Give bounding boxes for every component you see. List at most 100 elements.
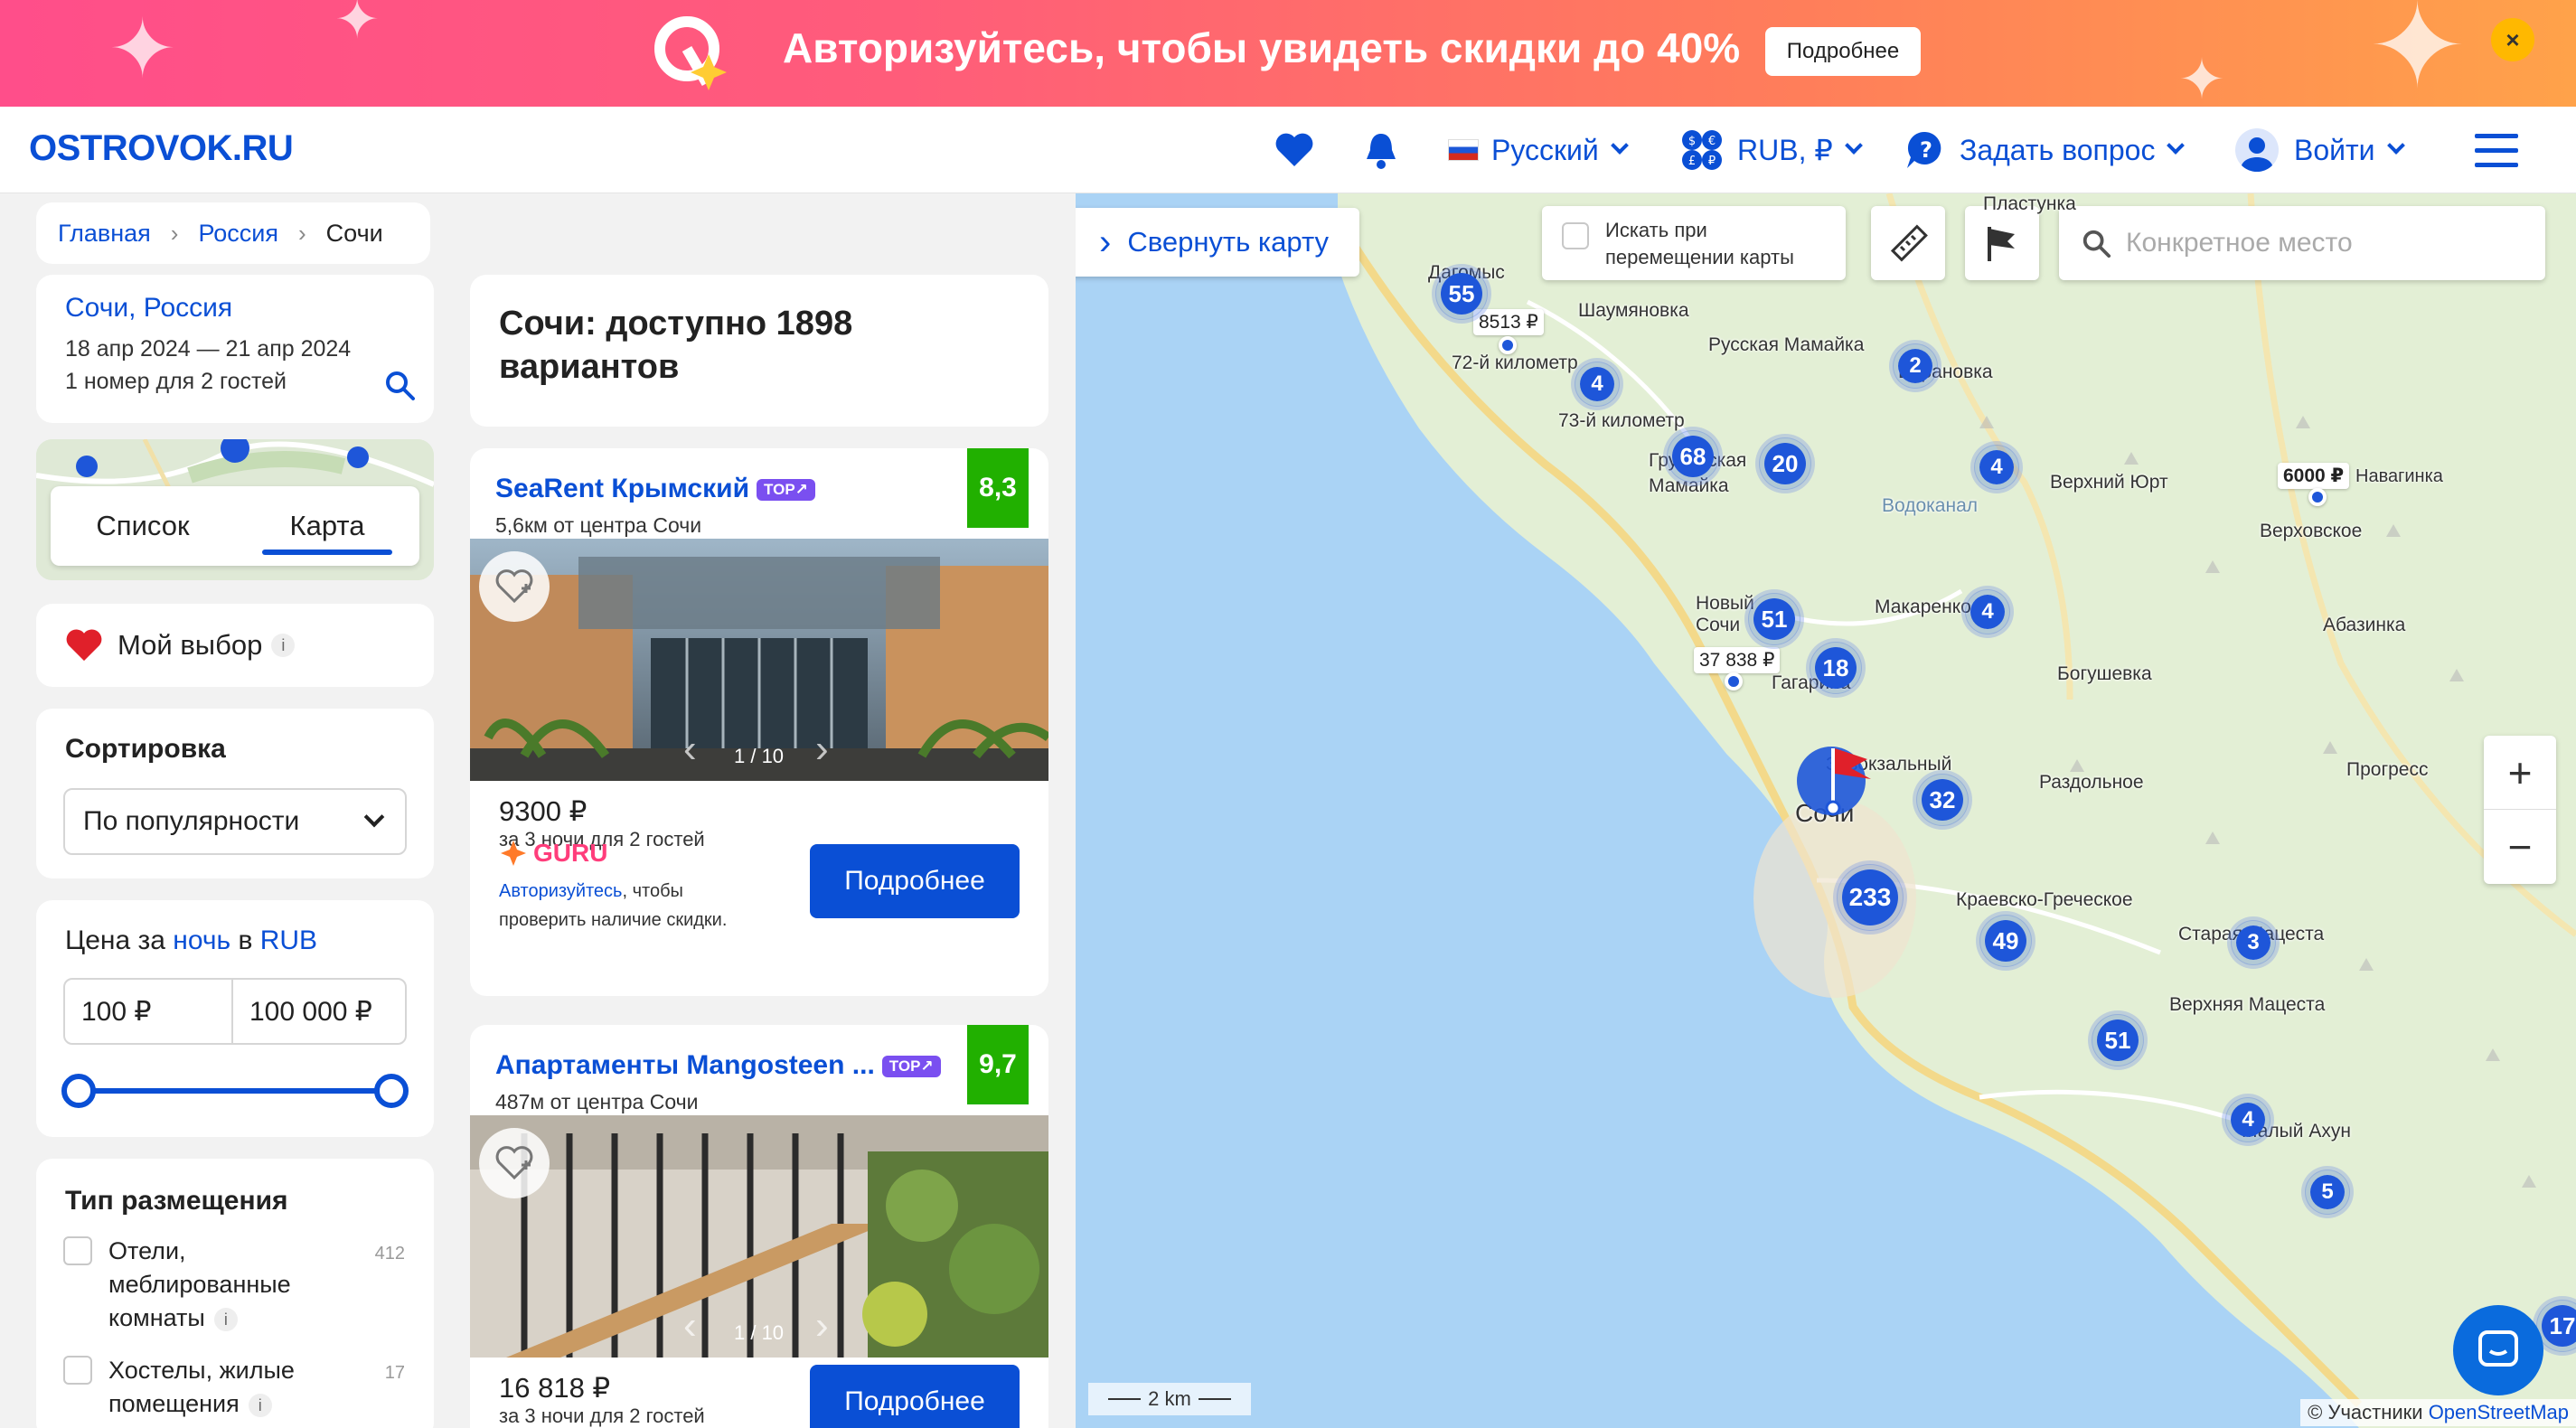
accommodation-type-card: Тип размещения Отели, меблированные комн… — [36, 1159, 434, 1428]
info-icon[interactable]: i — [248, 1393, 272, 1417]
map-cluster[interactable]: 20 — [1759, 437, 1811, 490]
hamburger-menu-icon[interactable] — [2475, 134, 2518, 168]
type-option-label[interactable]: Отели, меблированные комнаты i — [108, 1235, 334, 1335]
help-menu[interactable]: ? Задать вопрос — [1904, 127, 2186, 174]
price-min-input[interactable]: 100 ₽ — [63, 978, 233, 1045]
hotel-name[interactable]: SeaRent Крымский TOP↗ — [495, 474, 815, 504]
map-cluster[interactable]: 5 — [2305, 1170, 2350, 1215]
sparkle-icon: ✦ — [334, 0, 381, 50]
price-marker[interactable]: 37 838 ₽ — [1694, 647, 1781, 673]
map-cluster[interactable]: 51 — [1748, 593, 1800, 645]
rating-badge: 9,7 — [967, 1025, 1029, 1104]
price-marker[interactable]: 6000 ₽ — [2278, 463, 2350, 489]
map-cluster[interactable]: 68 — [1667, 430, 1719, 483]
type-option-label[interactable]: Хостелы, жилые помещения i — [108, 1354, 334, 1421]
map-cluster[interactable]: 4 — [1974, 445, 2019, 490]
promo-details-button[interactable]: Подробнее — [1765, 27, 1921, 76]
heart-icon — [66, 629, 102, 662]
map-cluster[interactable]: 55 — [1435, 268, 1488, 320]
tab-map[interactable]: Карта — [235, 486, 419, 566]
details-button[interactable]: Подробнее — [810, 844, 1020, 918]
location-pin[interactable] — [1725, 672, 1743, 691]
chevron-left-icon[interactable]: ‹ — [683, 727, 697, 772]
collapse-map-button[interactable]: › Свернуть карту — [1076, 208, 1359, 277]
checkbox[interactable] — [63, 1236, 92, 1265]
hotel-name[interactable]: Апартаменты Mangosteen ... TOP↗ — [495, 1050, 941, 1081]
search-icon[interactable] — [383, 369, 416, 401]
price-currency-link[interactable]: RUB — [260, 925, 317, 955]
place-label: Навагинка — [2355, 466, 2443, 486]
price-slider-max-handle[interactable] — [374, 1074, 409, 1108]
hotel-photo[interactable]: ‹ › 1 / 10 — [470, 1115, 1048, 1358]
city-center-flag-icon — [1797, 747, 1871, 816]
search-city[interactable]: Сочи, Россия — [65, 293, 232, 324]
sort-select[interactable]: По популярности — [63, 788, 407, 855]
hotel-distance: 5,6км от центра Сочи — [495, 513, 702, 537]
ruler-button[interactable] — [1871, 206, 1945, 280]
zoom-out-button[interactable]: − — [2484, 810, 2556, 884]
map-cluster[interactable]: 4 — [1575, 362, 1620, 407]
details-button[interactable]: Подробнее — [810, 1365, 1020, 1428]
guru-badge: GURU — [499, 839, 607, 868]
add-favorite-button[interactable] — [479, 551, 550, 622]
sort-selected-value: По популярности — [83, 806, 300, 836]
price-max-input[interactable]: 100 000 ₽ — [231, 978, 407, 1045]
map-cluster[interactable]: 18 — [1810, 642, 1862, 694]
type-filter-title: Тип размещения — [65, 1186, 288, 1216]
hotel-card[interactable]: Апартаменты Mangosteen ... TOP↗ 487м от ц… — [470, 1025, 1048, 1428]
map-cluster[interactable]: 2 — [1893, 343, 1938, 389]
language-selector[interactable]: Русский — [1448, 127, 1629, 174]
breadcrumb-home[interactable]: Главная — [58, 220, 151, 248]
chat-button[interactable] — [2453, 1305, 2543, 1395]
heart-icon[interactable] — [1274, 132, 1314, 168]
info-icon[interactable]: i — [271, 634, 296, 657]
logo[interactable]: OSTROVOK.RU — [29, 128, 294, 169]
chevron-down-icon — [363, 806, 385, 828]
close-icon[interactable]: × — [2491, 18, 2534, 61]
checkbox[interactable] — [63, 1356, 92, 1385]
auth-link[interactable]: Авторизуйтесь — [499, 881, 622, 901]
map-cluster[interactable]: 233 — [1837, 864, 1904, 931]
map-cluster[interactable]: 3 — [2231, 920, 2276, 965]
price-slider-min-handle[interactable] — [61, 1074, 96, 1108]
currency-selector[interactable]: $ € £ ₽ RUB, ₽ — [1679, 127, 1863, 174]
sparkle-icon: ✦ — [2368, 0, 2467, 112]
breadcrumb-country[interactable]: Россия — [198, 220, 278, 248]
price-period-link[interactable]: ночь — [173, 925, 230, 955]
openstreetmap-link[interactable]: OpenStreetMap — [2429, 1401, 2569, 1423]
map-cluster[interactable]: 49 — [1979, 915, 2032, 967]
tab-list[interactable]: Список — [51, 486, 235, 566]
add-favorite-button[interactable] — [479, 1128, 550, 1198]
map-cluster[interactable]: 4 — [1965, 589, 2010, 634]
search-summary-card[interactable]: Сочи, Россия 18 апр 2024 — 21 апр 2024 1… — [36, 275, 434, 423]
zoom-in-button[interactable]: + — [2484, 736, 2556, 810]
place-search-input[interactable]: Конкретное место — [2059, 206, 2545, 280]
search-on-move-toggle[interactable]: Искать при перемещении карты — [1542, 206, 1846, 280]
map-cluster[interactable]: 32 — [1916, 774, 1969, 826]
currency-label: RUB, ₽ — [1737, 134, 1833, 166]
map-cluster[interactable]: 4 — [2225, 1097, 2270, 1142]
map-cluster[interactable]: 51 — [2092, 1014, 2144, 1066]
favorites-card[interactable]: Мой выбор i — [36, 604, 434, 687]
hotel-card[interactable]: SeaRent Крымский TOP↗ 5,6км от центра Соч… — [470, 448, 1048, 996]
checkbox[interactable] — [1562, 222, 1589, 249]
login-menu[interactable]: Войти — [2234, 127, 2405, 174]
bell-icon[interactable] — [1363, 130, 1399, 170]
hotel-photo[interactable]: ‹ › 1 / 10 — [470, 539, 1048, 781]
chevron-right-icon[interactable]: › — [815, 1303, 829, 1348]
language-label: Русский — [1491, 133, 1599, 166]
price-filter-card: Цена за ночь в RUB 100 ₽ 100 000 ₽ — [36, 900, 434, 1137]
info-icon[interactable]: i — [213, 1307, 238, 1331]
flag-button[interactable] — [1965, 206, 2039, 280]
map[interactable]: › Свернуть карту Искать при перемещении к… — [1076, 193, 2576, 1428]
chevron-right-icon[interactable]: › — [815, 727, 829, 772]
price-slider-track[interactable] — [80, 1088, 392, 1094]
place-label: Краевско-Греческое — [1956, 889, 2133, 910]
map-scale: 2 km — [1088, 1383, 1251, 1415]
photo-counter: 1 / 10 — [734, 1321, 785, 1344]
hotel-distance: 487м от центра Сочи — [495, 1090, 699, 1113]
location-pin[interactable] — [2308, 488, 2327, 506]
price-marker[interactable]: 8513 ₽ — [1473, 309, 1544, 335]
location-pin[interactable] — [1499, 336, 1517, 354]
chevron-left-icon[interactable]: ‹ — [683, 1303, 697, 1348]
